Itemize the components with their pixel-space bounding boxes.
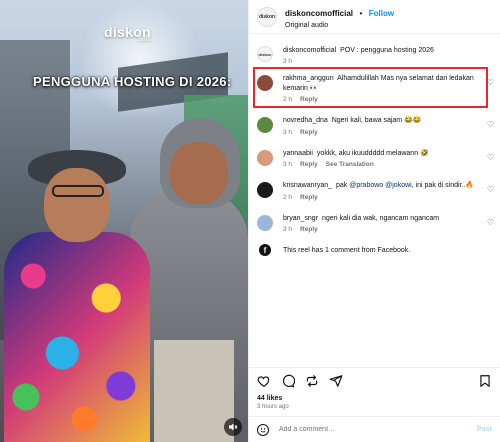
avatar[interactable] (257, 214, 273, 231)
avatar[interactable] (257, 75, 273, 92)
facebook-icon: f (259, 244, 271, 257)
reel-viewer: diskon .com PENGGUNA HOSTING DI 2026: dis… (0, 0, 500, 442)
heart-icon[interactable]: ♡ (487, 218, 494, 227)
avatar[interactable] (257, 149, 273, 166)
comment-time: 3 h (283, 128, 293, 136)
add-comment-bar: Post (249, 416, 500, 442)
like-icon[interactable] (257, 374, 271, 388)
reply-button[interactable]: Reply (300, 161, 318, 168)
list-item: yannaabii yokkk, aku ikuuddddd melawann … (249, 145, 500, 171)
action-bar (249, 366, 500, 395)
reply-button[interactable]: Reply (300, 194, 318, 201)
person-hoodie-face (170, 142, 228, 204)
caption: diskon diskoncomofficial POV : pengguna … (249, 42, 500, 68)
post-timestamp: 3 hours ago (257, 404, 289, 410)
post-button[interactable]: Post (477, 426, 492, 433)
comment-username[interactable]: bryan_sngr (283, 215, 318, 222)
comment-text: yokkk, aku ikuuddddd melawann 🤣 (316, 149, 429, 157)
share-icon[interactable] (329, 374, 343, 388)
header-username[interactable]: diskoncomofficial (285, 9, 353, 18)
save-icon[interactable] (478, 374, 492, 388)
caption-time: 3 h (283, 58, 293, 66)
list-item: novredha_dna Ngeri kali, bawa sajam 😂😂 3… (249, 112, 500, 138)
facebook-note-text: This reel has 1 comment from Facebook. (283, 246, 411, 254)
comment-username[interactable]: yannaabii (283, 150, 313, 157)
follow-button[interactable]: Follow (369, 9, 394, 18)
likes-count[interactable]: 44 likes (249, 395, 500, 403)
see-translation-link[interactable]: See Translation (326, 161, 374, 168)
reply-button[interactable]: Reply (300, 129, 318, 136)
heart-icon[interactable]: ♡ (487, 185, 494, 194)
person-hoodie-pants (154, 340, 234, 442)
comment-username[interactable]: krisnawanryan_ (283, 182, 332, 189)
person-face (44, 168, 110, 242)
comment-time: 2 h (283, 193, 293, 201)
comment-text: ngeri kali dia wak, ngancam ngancam (321, 214, 440, 222)
comment-username[interactable]: rakhma_anggun (283, 75, 334, 82)
comment-text: Ngeri kali, bawa sajam 😂😂 (331, 117, 422, 125)
comment-time: 3 h (283, 161, 293, 169)
comment-time: 3 h (283, 226, 293, 234)
avatar[interactable]: diskon (257, 46, 273, 62)
header-text: diskoncomofficial • Follow Original audi… (285, 3, 394, 29)
caption-text: POV : pengguna hosting 2026 (340, 47, 434, 54)
avatar[interactable]: diskon (257, 6, 277, 27)
facebook-comments-note[interactable]: f This reel has 1 comment from Facebook. (249, 236, 500, 264)
comment-username[interactable]: novredha_dna (283, 117, 328, 124)
person-colorful-jacket (4, 232, 150, 442)
comment-time: 2 h (283, 96, 293, 104)
details-panel: diskon diskoncomofficial • Follow Origin… (248, 0, 500, 442)
heart-icon[interactable]: ♡ (487, 78, 494, 87)
list-item: krisnawanryan_ pak @prabowo @jokowi, ini… (249, 177, 500, 203)
post-header: diskon diskoncomofficial • Follow Origin… (249, 0, 500, 34)
header-separator: • (359, 9, 363, 19)
list-item: rakhma_anggun Alhamdulillah Mas nya sela… (249, 67, 500, 109)
reel-video[interactable]: diskon .com PENGGUNA HOSTING DI 2026: (0, 0, 248, 442)
caption-username[interactable]: diskoncomofficial (283, 47, 336, 54)
mute-icon[interactable] (224, 418, 242, 436)
add-comment-input[interactable] (279, 426, 477, 433)
video-overlay-text: PENGGUNA HOSTING DI 2026: (33, 74, 232, 89)
avatar[interactable] (257, 182, 273, 199)
mention-link[interactable]: @prabowo (349, 182, 383, 189)
emoji-icon[interactable] (257, 423, 269, 436)
video-brand-logo: diskon .com (104, 24, 151, 43)
reply-button[interactable]: Reply (300, 226, 318, 233)
comment-text: , ini pak di sindir..🔥 (411, 182, 475, 190)
mention-link[interactable]: @jokowi (385, 182, 412, 189)
reply-button[interactable]: Reply (300, 96, 318, 103)
comment-icon[interactable] (281, 374, 295, 388)
comments-list: diskon diskoncomofficial POV : pengguna … (249, 34, 500, 367)
avatar[interactable] (257, 117, 273, 134)
list-item: bryan_sngr ngeri kali dia wak, ngancam n… (249, 210, 500, 236)
original-audio-link[interactable]: Original audio (285, 22, 394, 30)
heart-icon[interactable]: ♡ (487, 153, 494, 162)
person-glasses (52, 185, 104, 197)
repost-icon[interactable] (305, 374, 319, 388)
comment-text: pak (335, 182, 350, 190)
heart-icon[interactable]: ♡ (487, 120, 494, 129)
